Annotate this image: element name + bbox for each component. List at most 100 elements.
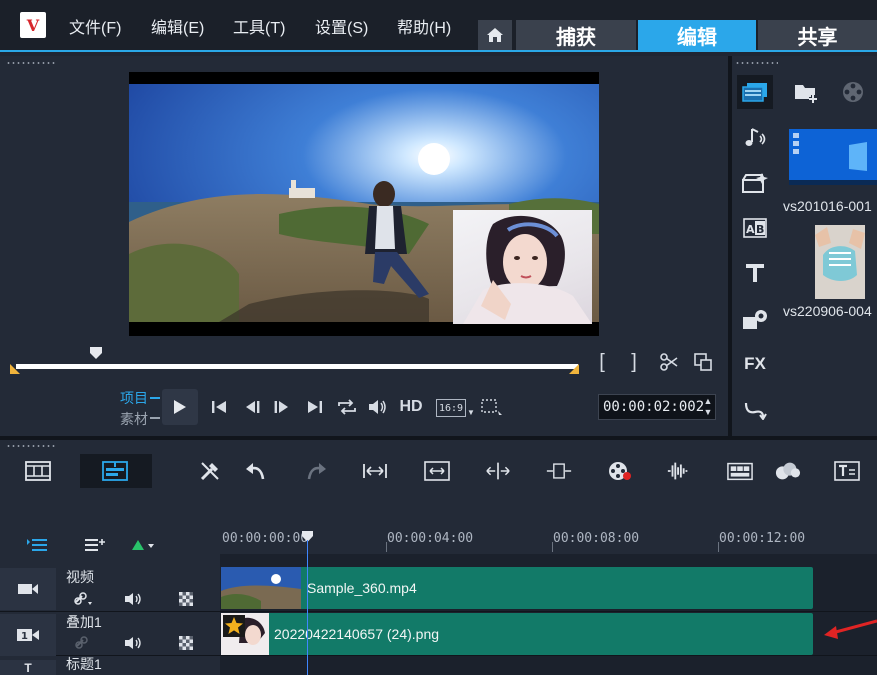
track-transparency-button[interactable]	[176, 590, 196, 608]
ripple-edit-button[interactable]	[72, 590, 96, 608]
app-logo: V	[20, 12, 46, 38]
go-to-end-button[interactable]	[304, 396, 326, 418]
ruler-label: 00:00:12:00	[719, 531, 806, 546]
ruler-label: 00:00:08:00	[553, 531, 640, 546]
undo-button[interactable]	[243, 458, 269, 484]
clip-mode-label[interactable]: 素材	[120, 409, 148, 429]
toolbar-grip[interactable]	[6, 444, 56, 448]
add-track-button[interactable]	[84, 535, 106, 555]
fit-project-button[interactable]	[362, 458, 388, 484]
go-to-start-button[interactable]	[208, 396, 230, 418]
overlay-track-toggle[interactable]: 1	[0, 614, 56, 656]
trim-end-handle[interactable]	[569, 364, 579, 374]
repeat-button[interactable]	[335, 396, 359, 418]
record-capture-button[interactable]	[607, 458, 633, 484]
enlarge-preview-button[interactable]	[691, 350, 715, 374]
skip-start-icon	[212, 401, 226, 413]
graphic-icon	[743, 310, 767, 329]
title-category-button[interactable]	[739, 258, 771, 288]
timecode-display[interactable]: 00:00:02:002	[598, 394, 716, 420]
menu-edit[interactable]: 编辑(E)	[151, 14, 204, 38]
home-button[interactable]	[478, 20, 512, 50]
menu-settings[interactable]: 设置(S)	[315, 14, 368, 38]
audio-category-button[interactable]	[739, 122, 771, 152]
hd-preview-button[interactable]: HD	[396, 396, 426, 418]
scrubber-track[interactable]	[16, 364, 578, 369]
multicam-button[interactable]	[727, 458, 753, 484]
trim-button[interactable]	[546, 458, 572, 484]
tools-icon	[200, 462, 219, 481]
scrubber-handle[interactable]	[89, 346, 103, 360]
library-thumbnail[interactable]	[789, 129, 877, 185]
menu-help[interactable]: 帮助(H)	[397, 14, 451, 38]
menu-tools[interactable]: 工具(T)	[233, 14, 285, 38]
add-folder-button[interactable]	[792, 78, 822, 106]
zoom-timeline-button[interactable]	[130, 535, 156, 555]
library-item-label[interactable]: vs201016-001	[783, 198, 872, 214]
instant-project-category-button[interactable]	[739, 168, 771, 198]
fx-category-button[interactable]: FX	[739, 350, 771, 378]
storyboard-view-button[interactable]	[25, 458, 51, 484]
path-icon	[744, 402, 767, 420]
mask-creator-button[interactable]	[775, 458, 801, 484]
video-camera-icon	[18, 584, 38, 594]
svg-text:1: 1	[21, 631, 28, 642]
resize-button[interactable]	[424, 458, 450, 484]
play-button[interactable]	[162, 389, 198, 425]
timecode-value[interactable]: 00:00:02:002	[603, 399, 704, 415]
import-media-button[interactable]	[838, 78, 868, 106]
track-manager-button[interactable]	[26, 535, 48, 555]
track-volume-button[interactable]	[122, 634, 146, 652]
scissors-icon	[660, 353, 678, 371]
volume-button[interactable]	[366, 396, 390, 418]
audio-mix-icon	[667, 462, 688, 480]
trim-start-handle[interactable]	[10, 364, 20, 374]
redo-button[interactable]	[303, 458, 329, 484]
media-icon	[742, 83, 767, 102]
panel-grip[interactable]	[6, 61, 56, 65]
split-screen-button[interactable]	[485, 458, 511, 484]
next-frame-button[interactable]	[270, 396, 292, 418]
clip-thumbnail-image	[221, 567, 301, 609]
library-thumbnail[interactable]	[815, 225, 865, 299]
track-transparency-button[interactable]	[176, 634, 196, 652]
library-item-label[interactable]: vs220906-004	[783, 303, 872, 319]
previous-frame-button[interactable]	[242, 396, 264, 418]
storyboard-view-icon	[25, 461, 51, 481]
audio-mix-button[interactable]	[666, 458, 692, 484]
title-track-toggle[interactable]: T	[0, 660, 56, 675]
ripple-edit-button[interactable]	[72, 634, 92, 652]
tab-share[interactable]: 共享	[758, 20, 877, 50]
clip-name: Sample_360.mp4	[307, 580, 417, 596]
video-preview[interactable]	[129, 72, 599, 336]
audio-icon	[745, 128, 766, 146]
subtitle-editor-button[interactable]	[834, 458, 860, 484]
track-volume-button[interactable]	[122, 590, 146, 608]
enlarge-icon	[694, 353, 712, 371]
overlay-image[interactable]	[453, 210, 592, 324]
split-clip-button[interactable]	[657, 350, 681, 374]
menu-divider	[0, 50, 877, 52]
tools-button[interactable]	[197, 458, 223, 484]
aspect-ratio-button[interactable]: 16:9	[436, 399, 466, 417]
mark-in-button[interactable]: [	[594, 350, 610, 374]
path-category-button[interactable]	[739, 396, 771, 424]
clip-thumbnail-image	[221, 613, 269, 655]
track-name: 标题1	[66, 656, 102, 672]
menu-file[interactable]: 文件(F)	[69, 14, 121, 38]
media-category-button[interactable]	[737, 75, 773, 109]
playhead-line[interactable]	[307, 540, 308, 675]
project-mode-label[interactable]: 项目	[120, 388, 148, 408]
mark-out-button[interactable]: ]	[626, 350, 642, 374]
mask-icon	[775, 462, 801, 480]
video-track-toggle[interactable]	[0, 568, 56, 610]
transition-category-button[interactable]: AB	[739, 214, 771, 242]
clip-mode-indicator	[150, 417, 160, 419]
aspect-dropdown-icon[interactable]: ▼	[467, 408, 475, 417]
timecode-stepper[interactable]: ▲ ▼	[702, 395, 714, 419]
graphic-category-button[interactable]	[739, 304, 771, 334]
crop-selection-button[interactable]	[480, 398, 504, 418]
tab-capture[interactable]: 捕获	[516, 20, 636, 50]
timeline-view-button[interactable]	[102, 458, 128, 484]
tab-edit[interactable]: 编辑	[638, 20, 756, 50]
